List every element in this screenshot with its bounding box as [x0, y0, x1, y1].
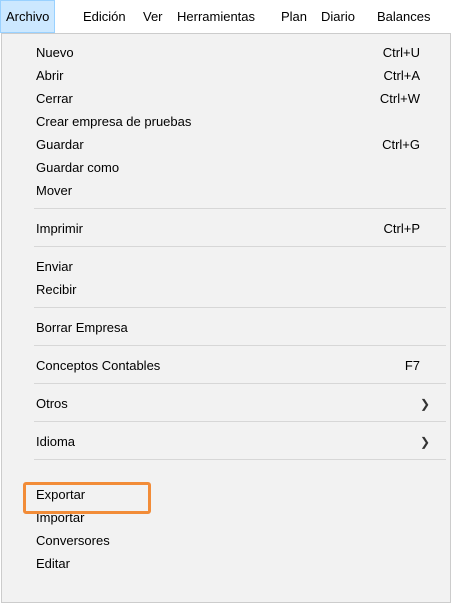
menu-item-label: Conceptos Contables: [36, 358, 161, 373]
chevron-right-icon: ❯: [419, 397, 430, 411]
menu-separator: [34, 383, 446, 384]
menu-balances[interactable]: Balances: [372, 0, 435, 33]
menu-edicion[interactable]: Edición: [78, 0, 131, 33]
exportar-highlight-box: [23, 482, 151, 514]
menu-item-guardar-como[interactable]: Guardar como: [4, 157, 448, 179]
menu-ver[interactable]: Ver: [138, 0, 168, 33]
menu-separator: [34, 307, 446, 308]
menu-item-mover[interactable]: Mover: [4, 180, 448, 202]
menu-diario[interactable]: Diario: [316, 0, 360, 33]
menu-separator: [34, 459, 446, 460]
menu-item-shortcut: F7: [404, 358, 420, 373]
menu-item-label: Recibir: [36, 282, 77, 297]
menu-item-label: Enviar: [36, 259, 73, 274]
menu-item-recibir[interactable]: Recibir: [4, 279, 448, 301]
menu-item-label: Abrir: [36, 68, 64, 83]
menu-item-label: Nuevo: [36, 45, 74, 60]
chevron-right-icon: ❯: [419, 435, 430, 449]
menu-item-shortcut: Ctrl+U: [382, 45, 420, 60]
menu-item-enviar[interactable]: Enviar: [4, 256, 448, 278]
menu-item-abrir[interactable]: Abrir Ctrl+A: [4, 65, 448, 87]
menu-item-crear-empresa-pruebas[interactable]: Crear empresa de pruebas: [4, 111, 448, 133]
menu-item-cerrar[interactable]: Cerrar Ctrl+W: [4, 88, 448, 110]
menu-item-label: Guardar: [36, 137, 84, 152]
menu-plan[interactable]: Plan: [276, 0, 312, 33]
menu-herramientas[interactable]: Herramientas: [172, 0, 260, 33]
menu-bar: Archivo Edición Ver Herramientas Plan Di…: [0, 0, 454, 33]
menu-item-nuevo[interactable]: Nuevo Ctrl+U: [4, 42, 448, 64]
menu-item-conceptos-contables[interactable]: Conceptos Contables F7: [4, 355, 448, 377]
menu-item-guardar[interactable]: Guardar Ctrl+G: [4, 134, 448, 156]
menu-separator: [34, 421, 446, 422]
menu-item-imprimir[interactable]: Imprimir Ctrl+P: [4, 218, 448, 240]
archivo-dropdown-menu: Nuevo Ctrl+U Abrir Ctrl+A Cerrar Ctrl+W …: [1, 33, 451, 603]
menu-item-shortcut: Ctrl+P: [383, 221, 420, 236]
menu-separator: [34, 345, 446, 346]
menu-item-idioma[interactable]: Idioma ❯: [4, 431, 448, 453]
menu-item-label: Crear empresa de pruebas: [36, 114, 192, 129]
menu-item-borrar-empresa[interactable]: Borrar Empresa: [4, 317, 448, 339]
menu-item-shortcut: Ctrl+G: [382, 137, 420, 152]
menu-item-label: Cerrar: [36, 91, 73, 106]
menu-item-label: Imprimir: [36, 221, 83, 236]
menu-item-label: Guardar como: [36, 160, 120, 175]
menu-item-label: Borrar Empresa: [36, 320, 128, 335]
menu-item-label: Mover: [36, 183, 73, 198]
menu-item-label: Editar: [36, 556, 70, 571]
menu-separator: [34, 246, 446, 247]
menu-item-conversores[interactable]: Conversores: [4, 530, 448, 552]
menu-separator: [34, 208, 446, 209]
menu-item-shortcut: Ctrl+A: [383, 68, 420, 83]
menu-item-otros[interactable]: Otros ❯: [4, 393, 448, 415]
menu-item-label: Otros: [36, 396, 68, 411]
menu-item-label: Conversores: [36, 533, 110, 548]
menu-archivo[interactable]: Archivo: [0, 0, 56, 33]
menu-item-editar[interactable]: Editar: [4, 553, 448, 575]
menu-item-label: Idioma: [36, 434, 76, 449]
menu-item-shortcut: Ctrl+W: [379, 91, 420, 106]
